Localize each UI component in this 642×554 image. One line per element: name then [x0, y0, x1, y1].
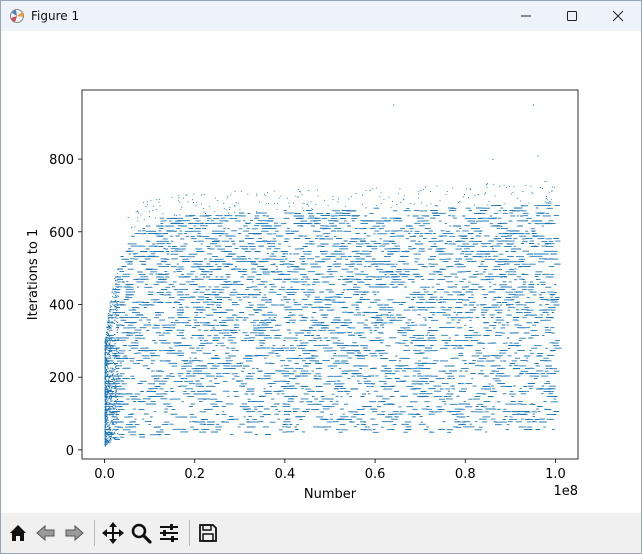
x-tick-label: 0.8: [455, 467, 476, 482]
y-tick-label: 600: [49, 226, 74, 241]
minimize-button[interactable]: [503, 1, 549, 31]
minimize-icon: [521, 15, 531, 17]
zoom-button[interactable]: [128, 518, 154, 548]
close-icon: [612, 10, 624, 22]
x-tick-label: 0.0: [94, 467, 115, 482]
save-icon: [199, 524, 217, 542]
save-button[interactable]: [195, 518, 221, 548]
y-axis-ticks: 0 200 400 600 800: [49, 153, 82, 459]
x-axis-label: Number: [304, 487, 357, 502]
close-button[interactable]: [595, 1, 641, 31]
x-tick-label: 0.4: [275, 467, 296, 482]
x-axis-ticks: 0.0 0.2 0.4 0.6 0.8 1.0: [94, 459, 566, 482]
scatter-band-dashes: [104, 180, 562, 447]
pan-icon: [102, 522, 124, 544]
title-bar[interactable]: Figure 1: [1, 1, 641, 31]
maximize-icon: [567, 11, 577, 21]
y-axis-label: Iterations to 1: [26, 229, 41, 321]
home-button[interactable]: [5, 518, 31, 548]
x-tick-label: 1.0: [545, 467, 566, 482]
outlier-point: [532, 104, 535, 106]
toolbar-separator: [94, 520, 95, 546]
scatter-points: [104, 104, 562, 447]
forward-button[interactable]: [61, 518, 87, 548]
y-tick-label: 200: [49, 371, 74, 386]
outlier-point: [393, 104, 395, 106]
x-tick-label: 0.2: [184, 467, 205, 482]
back-button[interactable]: [33, 518, 59, 548]
back-arrow-icon: [36, 524, 55, 542]
outlier-point: [537, 155, 539, 157]
pan-button[interactable]: [100, 518, 126, 548]
maximize-button[interactable]: [549, 1, 595, 31]
navigation-toolbar: [1, 513, 641, 553]
configure-subplots-icon: [160, 524, 178, 542]
figure-canvas[interactable]: 0.0 0.2 0.4 0.6 0.8 1.0 0 200 400 600 800 Number …: [1, 31, 641, 513]
toolbar-separator: [189, 520, 190, 546]
y-tick-label: 0: [66, 444, 74, 459]
y-tick-label: 400: [49, 298, 74, 313]
window-title: Figure 1: [31, 9, 80, 23]
zoom-icon: [131, 523, 152, 544]
forward-arrow-icon: [65, 524, 84, 542]
figure-window: Figure 1 0.0 0.2 0.4 0.6 0.8 1.0 0 200 4…: [0, 0, 642, 554]
chart-svg[interactable]: 0.0 0.2 0.4 0.6 0.8 1.0 0200400600800 Number …: [1, 31, 641, 513]
window-controls: [503, 1, 641, 31]
home-icon: [10, 525, 26, 541]
x-axis-offset-label: 1e8: [553, 484, 578, 499]
y-tick-label: 800: [49, 153, 74, 168]
outlier-point: [492, 159, 494, 161]
matplotlib-app-icon: [9, 8, 25, 24]
x-tick-label: 0.6: [365, 467, 386, 482]
configure-subplots-button[interactable]: [156, 518, 182, 548]
